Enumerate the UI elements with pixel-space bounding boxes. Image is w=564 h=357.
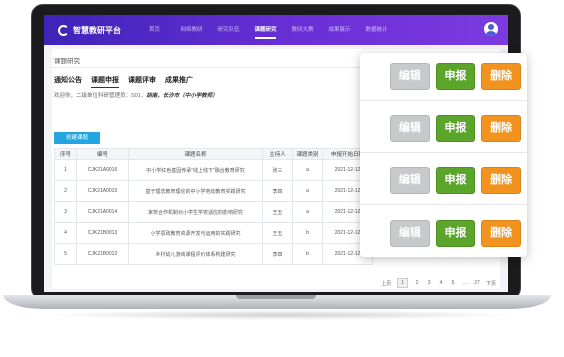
- logo-text: 智慧教研平台: [73, 25, 121, 35]
- table-row[interactable]: 4 CJK21B0013 小学思政教育资源开发与运用的实践研究 王五 b 202…: [54, 222, 373, 244]
- app-logo[interactable]: 智慧教研平台: [58, 24, 132, 36]
- cell-type: a: [292, 201, 323, 223]
- pager-ellipsis: ...: [462, 280, 468, 286]
- nav-item-online-research[interactable]: 网络教研: [173, 15, 210, 45]
- nav-item-research-team[interactable]: 研究队伍: [210, 15, 247, 45]
- cell-code: CJK21A0015: [76, 180, 129, 202]
- column-header-name: 课题名称: [128, 148, 263, 160]
- topic-table: 序号 编号 课题名称 主持人 课题类别 申报开始日期 1 CJK21A0016 …: [54, 148, 373, 265]
- pager-page[interactable]: 5: [450, 280, 456, 286]
- delete-button[interactable]: 删除: [481, 115, 522, 142]
- column-header-host: 主持人: [262, 148, 293, 160]
- cell-code: CJK21B0013: [76, 222, 129, 244]
- pager-page[interactable]: 27: [474, 280, 480, 286]
- pager-page[interactable]: 4: [438, 280, 444, 286]
- edit-button[interactable]: 编辑: [390, 115, 430, 142]
- tab-result-promotion[interactable]: 成果推广: [165, 75, 193, 88]
- cell-no: 4: [54, 222, 77, 244]
- pager-next[interactable]: 下页: [486, 280, 496, 287]
- cell-code: CJK21A0016: [76, 159, 129, 181]
- pager-prev[interactable]: 上页: [381, 280, 391, 287]
- submit-button[interactable]: 申报: [435, 63, 476, 90]
- create-topic-button[interactable]: 创建课题: [54, 132, 100, 144]
- delete-button[interactable]: 删除: [481, 63, 522, 90]
- user-avatar-icon[interactable]: [484, 22, 498, 36]
- tab-topic-application[interactable]: 课题申报: [91, 75, 119, 88]
- cell-name: 中小学红色基因传承"线上线下"融合教育研究: [128, 159, 263, 181]
- laptop-shadow: [40, 310, 520, 320]
- laptop-base-notch: [236, 295, 316, 299]
- nav-item-competition[interactable]: 教研大赛: [284, 15, 321, 45]
- cell-name: 基于理念教育理论的中小学劳动教育实践研究: [128, 180, 263, 202]
- cell-host: 王五: [262, 222, 293, 244]
- cell-code: CJK21A0014: [76, 201, 129, 223]
- cell-name: 乡村幼儿游戏课程评价体系构建研究: [128, 243, 263, 265]
- sub-tabs: 通知公告 课题申报 课题评审 成果推广: [54, 75, 202, 88]
- action-row: 编辑 申报 删除: [360, 53, 527, 101]
- cell-host: 李四: [262, 243, 293, 265]
- top-navigation-bar: 智慧教研平台 首页 网络教研 研究队伍 课题研究 教研大赛 成果展示 数据统计: [44, 15, 508, 45]
- cell-type: b: [292, 222, 323, 244]
- nav-item-statistics[interactable]: 数据统计: [358, 15, 395, 45]
- pager-page-current[interactable]: 1: [397, 278, 408, 288]
- submit-button[interactable]: 申报: [435, 167, 476, 194]
- column-header-type: 课题类别: [292, 148, 323, 160]
- action-row: 编辑 申报 删除: [360, 157, 527, 205]
- column-header-no: 序号: [54, 148, 77, 160]
- cell-no: 2: [54, 180, 77, 202]
- action-row: 编辑 申报 删除: [360, 209, 527, 257]
- table-row[interactable]: 5 CJK21B0012 乡村幼儿游戏课程评价体系构建研究 李四 b 2021-…: [54, 243, 373, 265]
- delete-button[interactable]: 删除: [481, 167, 522, 194]
- delete-button[interactable]: 删除: [481, 219, 522, 247]
- cell-host: 王五: [262, 201, 293, 223]
- edit-button[interactable]: 编辑: [390, 63, 430, 90]
- nav-item-topic-research[interactable]: 课题研究: [247, 15, 284, 45]
- submit-button[interactable]: 申报: [435, 219, 476, 247]
- action-buttons-popup: 编辑 申报 删除 编辑 申报 删除 编辑 申报 删除 编辑 申报 删除: [360, 53, 527, 257]
- nav-item-achievements[interactable]: 成果展示: [321, 15, 358, 45]
- cell-host: 张三: [262, 159, 293, 181]
- tab-notices[interactable]: 通知公告: [54, 75, 82, 88]
- cell-code: CJK21B0012: [76, 243, 129, 265]
- cell-name: 家校合作机制对小学生学校适应的影响研究: [128, 201, 263, 223]
- logo-mark-icon: [58, 24, 69, 36]
- breadcrumb: 课题研究: [54, 58, 80, 65]
- welcome-message: 欢迎你，二级单位科研管理员：S01，胡南，长沙市（中小学教师）: [54, 91, 218, 99]
- column-header-code: 编号: [76, 148, 129, 160]
- nav-item-home[interactable]: 首页: [136, 15, 173, 45]
- table-row[interactable]: 2 CJK21A0015 基于理念教育理论的中小学劳动教育实践研究 李四 a 2…: [54, 180, 373, 202]
- pager-page[interactable]: 2: [414, 280, 420, 286]
- cell-type: b: [292, 243, 323, 265]
- tab-topic-review[interactable]: 课题评审: [128, 75, 156, 88]
- cell-type: a: [292, 180, 323, 202]
- cell-no: 3: [54, 201, 77, 223]
- cell-no: 1: [54, 159, 77, 181]
- table-row[interactable]: 3 CJK21A0014 家校合作机制对小学生学校适应的影响研究 王五 a 20…: [54, 201, 373, 223]
- pager-page[interactable]: 3: [426, 280, 432, 286]
- action-row: 编辑 申报 删除: [360, 105, 527, 153]
- cell-type: a: [292, 159, 323, 181]
- edit-button[interactable]: 编辑: [390, 167, 430, 194]
- welcome-prefix: 欢迎你，二级单位科研管理员：S01，: [54, 93, 147, 99]
- welcome-org: 胡南，长沙市（中小学教师）: [146, 93, 218, 99]
- table-header-row: 序号 编号 课题名称 主持人 课题类别 申报开始日期: [54, 148, 373, 160]
- cell-name: 小学思政教育资源开发与运用的实践研究: [128, 222, 263, 244]
- cell-no: 5: [54, 243, 77, 265]
- nav-menu: 首页 网络教研 研究队伍 课题研究 教研大赛 成果展示 数据统计: [136, 15, 395, 45]
- cell-host: 李四: [262, 180, 293, 202]
- table-row[interactable]: 1 CJK21A0016 中小学红色基因传承"线上线下"融合教育研究 张三 a …: [54, 159, 373, 181]
- edit-button[interactable]: 编辑: [390, 219, 430, 247]
- submit-button[interactable]: 申报: [435, 115, 476, 142]
- pagination: 上页 1 2 3 4 5 ... 27 下页: [375, 278, 496, 288]
